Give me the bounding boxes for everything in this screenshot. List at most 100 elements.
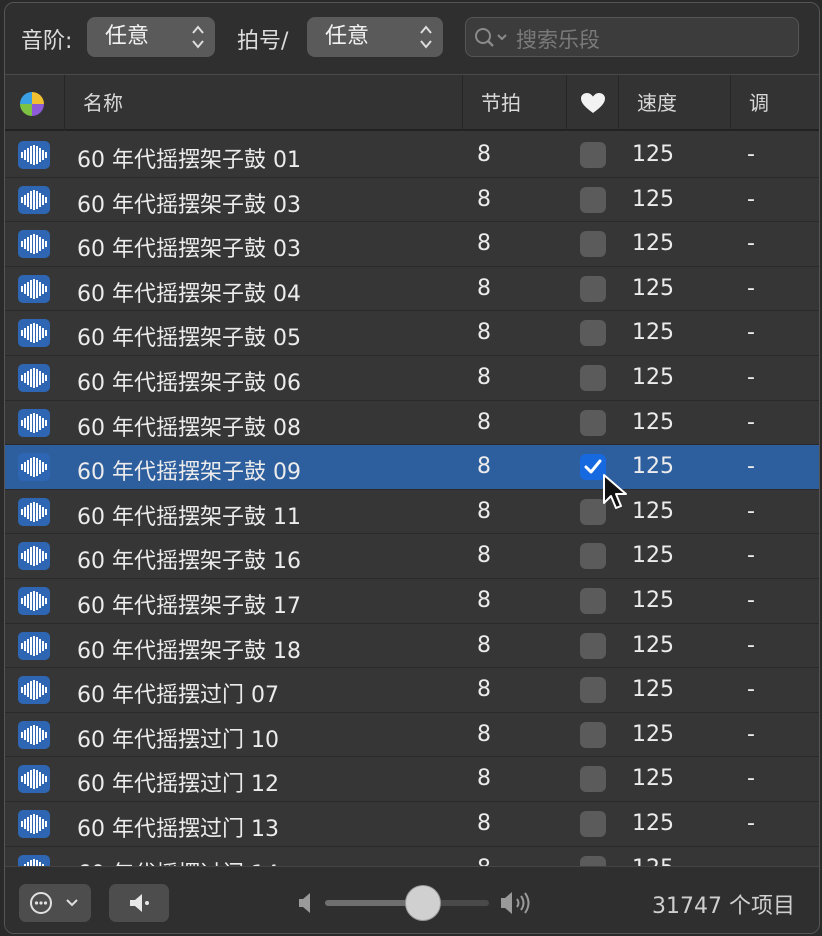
loop-beats: 8 — [477, 588, 491, 613]
loop-beats: 8 — [477, 365, 491, 390]
loop-key: - — [747, 409, 755, 435]
loop-name: 60 年代摇摆架子鼓 05 — [77, 326, 301, 352]
loop-key: - — [747, 320, 755, 346]
column-key[interactable]: 调 — [731, 75, 819, 131]
favorite-checkbox[interactable] — [580, 320, 606, 347]
column-beats[interactable]: 节拍 — [463, 75, 567, 131]
loop-tempo: 125 — [632, 454, 674, 480]
favorite-checkbox[interactable] — [580, 811, 606, 837]
table-row[interactable]: 60 年代摇摆架子鼓 11 8 125 - — [5, 490, 819, 535]
favorite-checkbox[interactable] — [580, 231, 606, 258]
table-row[interactable]: 60 年代摇摆过门 12 8 125 - — [5, 757, 819, 802]
table-row[interactable]: 60 年代摇摆过门 07 8 125 - — [5, 668, 819, 713]
loop-tempo: 125 — [632, 543, 674, 569]
table-row[interactable]: 60 年代摇摆架子鼓 03 8 125 - — [5, 222, 819, 267]
table-row[interactable]: 60 年代摇摆架子鼓 16 8 125 - — [5, 534, 819, 579]
audio-loop-waveform-icon — [18, 274, 50, 303]
scale-label: 音阶: — [21, 29, 73, 54]
audio-loop-waveform-icon — [18, 141, 50, 169]
audio-loop-waveform-icon — [18, 676, 50, 705]
audio-loop-waveform-icon — [18, 765, 50, 794]
signature-popup[interactable]: 任意 — [307, 17, 443, 57]
loop-name: 60 年代摇摆过门 12 — [77, 772, 279, 798]
loop-key: - — [747, 856, 755, 866]
column-favorite[interactable] — [567, 75, 619, 131]
table-row[interactable]: 60 年代摇摆架子鼓 18 8 125 - — [5, 624, 819, 669]
favorite-checkbox[interactable] — [580, 588, 606, 614]
audio-loop-waveform-icon — [18, 319, 50, 348]
audio-loop-waveform-icon — [18, 408, 50, 437]
audio-loop-waveform-icon — [18, 854, 50, 866]
favorite-checkbox[interactable] — [580, 186, 606, 213]
favorite-checkbox[interactable] — [580, 721, 606, 748]
table-row[interactable]: 60 年代摇摆架子鼓 09 8 125 - — [5, 445, 819, 490]
loop-beats: 8 — [477, 409, 491, 435]
favorite-checkbox[interactable] — [580, 142, 606, 168]
loop-beats: 8 — [477, 811, 491, 836]
loop-name: 60 年代摇摆架子鼓 11 — [77, 504, 301, 530]
column-color[interactable] — [5, 75, 65, 131]
loop-name: 60 年代摇摆架子鼓 09 — [77, 460, 301, 486]
loop-beats: 8 — [477, 186, 491, 212]
preview-speaker-button[interactable] — [109, 884, 169, 922]
loop-key: - — [747, 588, 755, 613]
audio-loop-waveform-icon — [18, 631, 50, 660]
favorite-checkbox[interactable] — [580, 677, 606, 704]
loop-name: 60 年代摇摆架子鼓 06 — [77, 371, 301, 396]
table-row[interactable]: 60 年代摇摆架子鼓 04 8 125 - — [5, 267, 819, 312]
audio-loop-waveform-icon — [18, 364, 50, 392]
loop-tempo: 125 — [632, 677, 674, 703]
favorite-checkbox[interactable] — [580, 766, 606, 793]
loop-tempo: 125 — [632, 142, 674, 167]
loop-name: 60 年代摇摆过门 10 — [77, 727, 279, 753]
loop-list: 60 年代摇摆架子鼓 01 8 125-60 年代摇摆架子鼓 03 8 125-60 年… — [5, 133, 819, 866]
loop-tempo: 125 — [632, 498, 674, 524]
loop-key: - — [747, 543, 755, 569]
table-row[interactable]: 60 年代摇摆架子鼓 01 8 125 - — [5, 133, 819, 178]
column-name[interactable]: 名称 — [65, 75, 463, 131]
loop-tempo: 125 — [632, 186, 674, 212]
table-row[interactable]: 60 年代摇摆架子鼓 08 8 125 - — [5, 401, 819, 446]
more-options-button[interactable] — [19, 884, 91, 922]
audio-loop-waveform-icon — [18, 185, 50, 214]
table-row[interactable]: 60 年代摇摆架子鼓 05 8 125 - — [5, 311, 819, 356]
favorite-checkbox[interactable] — [580, 855, 606, 866]
loop-key: - — [747, 454, 755, 480]
speaker-low-icon — [299, 893, 310, 913]
search-field[interactable]: 搜索乐段 — [465, 17, 799, 57]
table-row[interactable]: 60 年代摇摆架子鼓 06 8 125 - — [5, 356, 819, 401]
favorite-checkbox[interactable] — [580, 454, 606, 481]
loop-name: 60 年代摇摆架子鼓 03 — [77, 192, 301, 218]
audio-loop-waveform-icon — [18, 230, 50, 259]
search-placeholder: 搜索乐段 — [516, 28, 600, 52]
table-row[interactable]: 60 年代摇摆架子鼓 03 8 125 - — [5, 178, 819, 223]
audio-loop-waveform-icon — [18, 720, 50, 749]
up-down-chevron-icon — [192, 25, 204, 49]
loop-beats: 8 — [477, 721, 491, 747]
table-row[interactable]: 60 年代摇摆过门 14 8 125 - — [5, 847, 819, 866]
table-row[interactable]: 60 年代摇摆过门 13 8 125 - — [5, 802, 819, 847]
favorite-checkbox[interactable] — [580, 275, 606, 302]
scale-popup[interactable]: 任意 — [87, 17, 215, 57]
volume-slider-knob[interactable] — [405, 885, 442, 921]
color-grid-icon — [20, 92, 44, 116]
column-header: 名称 节拍 速度 调 — [5, 75, 819, 131]
speaker-high-icon — [501, 892, 530, 914]
favorite-checkbox[interactable] — [580, 632, 606, 659]
search-icon — [475, 28, 507, 47]
favorite-checkbox[interactable] — [580, 498, 606, 525]
footer-bar: 31747 个项目 — [5, 866, 819, 933]
loop-name: 60 年代摇摆架子鼓 01 — [77, 148, 301, 173]
table-row[interactable]: 60 年代摇摆过门 10 8 125 - — [5, 713, 819, 758]
table-row[interactable]: 60 年代摇摆架子鼓 17 8 125 - — [5, 579, 819, 624]
loop-name: 60 年代摇摆架子鼓 16 — [77, 549, 301, 575]
favorite-checkbox[interactable] — [580, 409, 606, 436]
column-tempo[interactable]: 速度 — [619, 75, 731, 131]
loop-key: - — [747, 365, 755, 390]
favorite-checkbox[interactable] — [580, 543, 606, 570]
favorite-checkbox[interactable] — [580, 365, 606, 391]
loop-beats: 8 — [477, 320, 491, 346]
loop-beats: 8 — [477, 454, 491, 480]
loop-beats: 8 — [477, 231, 491, 257]
loop-beats: 8 — [477, 543, 491, 569]
